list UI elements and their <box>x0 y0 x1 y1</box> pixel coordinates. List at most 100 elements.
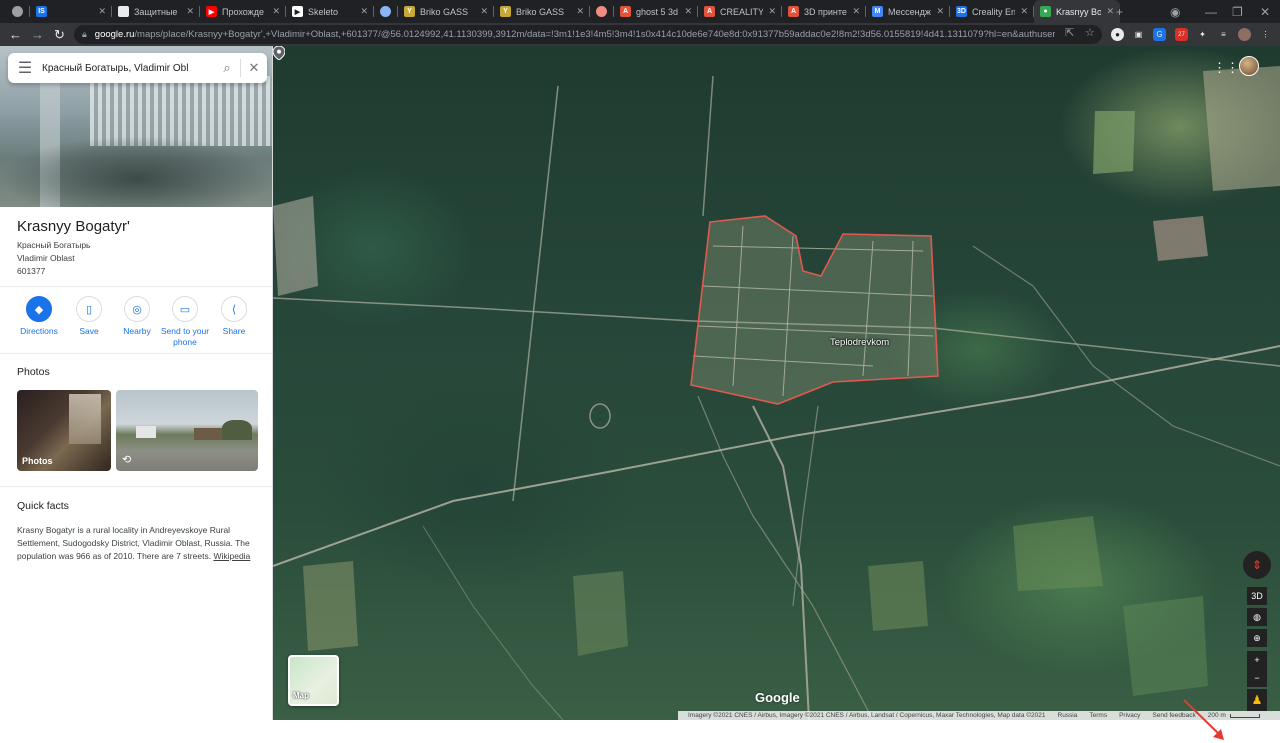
tab-close-icon[interactable]: ✕ <box>768 6 776 17</box>
browser-tab[interactable]: ▶ Прохожде ✕ <box>200 0 286 23</box>
tab-close-icon[interactable]: ✕ <box>1106 6 1114 17</box>
play-icon: ▶ <box>292 6 303 17</box>
globe-icon[interactable]: ◍ <box>1247 608 1267 626</box>
browser-tab[interactable]: Y Briko GASS ✕ <box>398 0 494 23</box>
browser-tab[interactable]: ▶ Skeleto ✕ <box>286 0 374 23</box>
account-avatar[interactable] <box>1239 56 1259 76</box>
extension-badge-icon[interactable]: 27 <box>1175 28 1188 41</box>
extensions-puzzle-icon[interactable]: ✦ <box>1196 28 1209 41</box>
browser-tab[interactable] <box>6 0 30 23</box>
close-window-icon[interactable]: ✕ <box>1260 0 1270 23</box>
3d-toggle-button[interactable]: 3D <box>1247 587 1267 605</box>
tab-title: Мессендж <box>888 6 931 17</box>
footer-link-russia[interactable]: Russia <box>1058 712 1078 719</box>
tab-close-icon[interactable]: ✕ <box>272 6 280 17</box>
briko-icon: Y <box>500 6 511 17</box>
imagery-attribution: Imagery ©2021 CNES / Airbus, Imagery ©20… <box>688 712 1046 719</box>
clear-search-icon[interactable]: ✕ <box>241 53 267 83</box>
tab-close-icon[interactable]: ✕ <box>684 6 692 17</box>
forward-icon[interactable]: → <box>28 25 47 44</box>
minimize-icon[interactable]: — <box>1205 0 1217 23</box>
browser-tab[interactable]: 3D Creality End ✕ <box>950 0 1034 23</box>
search-input[interactable]: Красный Богатырь, Vladimir Obl <box>42 63 214 74</box>
reading-list-icon[interactable]: ≡ <box>1217 28 1230 41</box>
new-tab-button[interactable]: + <box>1116 0 1123 23</box>
browser-tab[interactable]: A 3D принтер ✕ <box>782 0 866 23</box>
compass-icon[interactable]: ⇕ <box>1243 551 1271 579</box>
footer-link-privacy[interactable]: Privacy <box>1119 712 1140 719</box>
browser-tab[interactable] <box>374 0 398 23</box>
tab-close-icon[interactable]: ✕ <box>576 6 584 17</box>
extension-camera-icon[interactable]: ▣ <box>1132 28 1145 41</box>
menu-icon[interactable]: ☰ <box>8 53 42 83</box>
tab-close-icon[interactable]: ✕ <box>852 6 860 17</box>
menu-kebab-icon[interactable]: ⋮ <box>1259 28 1272 41</box>
tab-close-icon[interactable]: ✕ <box>480 6 488 17</box>
is-logo: IS <box>36 6 47 17</box>
share-button[interactable]: ⟨ Share <box>209 296 259 337</box>
address-bar[interactable]: 🔒︎ google.ru/maps/place/Krasnyy+Bogatyr'… <box>74 25 1102 44</box>
tab-close-icon[interactable]: ✕ <box>936 6 944 17</box>
maximize-icon[interactable]: ❐ <box>1232 0 1243 23</box>
map-layer-toggle[interactable]: Map <box>288 655 339 706</box>
browser-tab[interactable]: A CREALITY 3 ✕ <box>698 0 782 23</box>
tab-title: Krasnyy Bog <box>1056 6 1102 17</box>
bookmark-icon: ▯ <box>76 296 102 322</box>
browser-tab[interactable]: M Мессендж ✕ <box>866 0 950 23</box>
tab-close-icon[interactable]: ✕ <box>98 6 106 17</box>
share-icon: ⟨ <box>221 296 247 322</box>
tab-title: Защитные <box>134 6 178 17</box>
tab-search-icon[interactable]: ◉ <box>1170 0 1180 23</box>
zoom-in-button[interactable]: + <box>1247 651 1267 669</box>
action-row: ◆ Directions ▯ Save ◎ Nearby ▭ Send to y… <box>14 296 264 348</box>
photo-thumbnail-street[interactable]: ⟲ <box>116 390 258 471</box>
map-layer-label: Map <box>293 691 309 700</box>
pin-label[interactable]: Teplodrevkom <box>830 337 889 348</box>
tab-close-icon[interactable]: ✕ <box>1020 6 1028 17</box>
satellite-map[interactable]: Teplodrevkom ⋮⋮⋮ ⇕ 3D ◍ ⊕ + − ♟ Map Goog… <box>273 46 1280 720</box>
place-panel: ☰ Красный Богатырь, Vladimir Obl ⌕ ✕ Kra… <box>0 46 273 720</box>
tab-title: Прохожде <box>222 6 264 17</box>
tab-close-icon[interactable]: ✕ <box>360 6 368 17</box>
browser-tab[interactable] <box>590 0 614 23</box>
extension-record-icon[interactable]: ● <box>1111 28 1124 41</box>
zoom-out-button[interactable]: − <box>1247 669 1267 687</box>
wikipedia-link[interactable]: Wikipedia <box>213 551 250 561</box>
photo-thumbnail-interior[interactable]: Photos <box>17 390 111 471</box>
blue-circle <box>380 6 391 17</box>
place-native-name: Красный Богатырь <box>17 240 91 250</box>
browser-tab[interactable]: Защитные ✕ <box>112 0 200 23</box>
youtube-icon: ▶ <box>206 6 217 17</box>
save-button[interactable]: ▯ Save <box>64 296 114 337</box>
directions-button[interactable]: ◆ Directions <box>14 296 64 337</box>
browser-tab[interactable]: IS ✕ <box>30 0 112 23</box>
profile-avatar[interactable] <box>1238 28 1251 41</box>
url-text: google.ru/maps/place/Krasnyy+Bogatyr',+V… <box>94 29 1055 40</box>
send-to-phone-button[interactable]: ▭ Send to your phone <box>160 296 210 348</box>
tab-title: Creality End <box>972 6 1016 17</box>
footer-link-terms[interactable]: Terms <box>1089 712 1107 719</box>
bookmark-star-icon[interactable]: ☆ <box>1085 26 1095 39</box>
browser-tab[interactable]: Y Briko GASS ✕ <box>494 0 590 23</box>
search-icon[interactable]: ⌕ <box>214 53 240 83</box>
reload-icon[interactable]: ↻ <box>50 25 69 44</box>
extension-translate-icon[interactable]: G <box>1153 28 1166 41</box>
browser-tab[interactable]: ● Krasnyy Bog ✕ <box>1034 0 1120 23</box>
tab-strip: IS ✕ Защитные ✕ ▶ Прохожде ✕ ▶ Skeleto ✕ Y Briko GA… <box>0 0 1280 23</box>
divider <box>0 353 272 354</box>
pegman-icon[interactable]: ♟ <box>1247 689 1267 711</box>
3d-icon: 3D <box>956 6 967 17</box>
tab-title: CREALITY 3 <box>720 6 764 17</box>
install-icon[interactable]: ⇱ <box>1065 26 1074 39</box>
place-header: Krasnyy Bogatyr' Красный Богатырь Vladim… <box>17 218 130 278</box>
browser-tab[interactable]: Aghost 5 3d ✕ <box>614 0 698 23</box>
map-pin-icon[interactable] <box>273 46 285 60</box>
maps-pin-icon: ● <box>1040 6 1051 17</box>
search-box: ☰ Красный Богатырь, Vladimir Obl ⌕ ✕ <box>8 53 267 83</box>
nearby-button[interactable]: ◎ Nearby <box>112 296 162 337</box>
street-view-icon: ⟲ <box>122 454 132 466</box>
my-location-icon[interactable]: ⊕ <box>1247 629 1267 647</box>
tab-close-icon[interactable]: ✕ <box>186 6 194 17</box>
tab-title: Briko GASS <box>420 6 469 17</box>
back-icon[interactable]: ← <box>6 25 25 44</box>
